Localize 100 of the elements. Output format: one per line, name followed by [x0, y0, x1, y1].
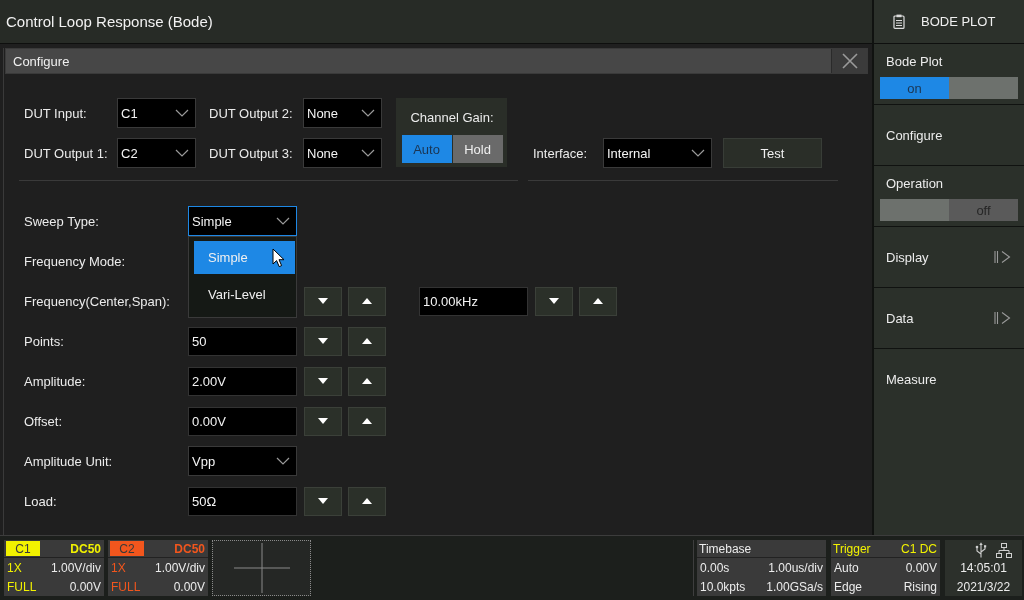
menu-item[interactable]: Configure [874, 105, 1024, 166]
field-label: Frequency(Center,Span): [24, 293, 171, 309]
dropdown-field[interactable]: Vpp [188, 446, 297, 476]
timebase-title: Timebase [699, 541, 752, 556]
coupling-text: DC50 [70, 541, 101, 556]
field-label: Sweep Type: [24, 213, 100, 229]
step-down-button[interactable] [535, 286, 573, 316]
step-down-button[interactable] [304, 486, 342, 516]
channel-tag: C1 [6, 541, 40, 556]
trigger-slope-text: Rising [903, 579, 937, 594]
up-triangle-icon [362, 338, 372, 344]
up-triangle-icon [362, 418, 372, 424]
dropdown-option[interactable]: Vari-Level [194, 278, 295, 311]
step-up-button[interactable] [348, 286, 386, 316]
window-title: Control Loop Response (Bode) [6, 13, 213, 30]
usb-icon [975, 542, 987, 558]
caret-icon [361, 149, 375, 157]
close-button[interactable] [831, 49, 867, 73]
trigger-panel[interactable]: Trigger C1 DC Auto 0.00V Edge Rising [831, 540, 940, 596]
step-up-button[interactable] [579, 286, 617, 316]
caret-icon [175, 149, 189, 157]
scale-text: 1.00V/div [154, 560, 205, 575]
menu-item[interactable]: Measure [874, 349, 1024, 410]
scale-text: 1.00V/div [50, 560, 101, 575]
timebase-panel[interactable]: Timebase 0.00s 1.00us/div 10.0kpts 1.00GSa/s [697, 540, 826, 596]
input-field[interactable]: 50 [188, 326, 297, 356]
down-triangle-icon [318, 418, 328, 424]
trigger-level-text: 0.00V [905, 560, 937, 575]
channel-tag: C2 [110, 541, 144, 556]
coupling-text: DC50 [174, 541, 205, 556]
test-button[interactable]: Test [723, 138, 822, 168]
submenu-icon [994, 311, 1012, 325]
field-label: Load: [24, 493, 58, 509]
dropdown-field[interactable]: C2 [117, 138, 196, 168]
submenu-icon [994, 250, 1012, 264]
down-triangle-icon [318, 338, 328, 344]
up-triangle-icon [362, 378, 372, 384]
step-up-button[interactable] [348, 486, 386, 516]
channel-panel[interactable]: C1 DC50 1X 1.00V/div FULL 0.00V [4, 540, 104, 596]
pointer-cursor-icon [272, 248, 285, 268]
menu-label: Operation [886, 175, 944, 192]
clipboard-icon [893, 14, 905, 29]
trigger-type-text: Edge [834, 579, 863, 594]
delay-text: 0.00s [700, 560, 730, 575]
step-up-button[interactable] [348, 326, 386, 356]
menu-item[interactable]: Data [874, 288, 1024, 349]
field-label: Amplitude: [24, 373, 87, 389]
sample-rate-text: 1.00GSa/s [766, 579, 823, 594]
field-label: Points: [24, 333, 65, 349]
crosshair-icon [233, 543, 290, 593]
channel-panel[interactable]: C2 DC50 1X 1.00V/div FULL 0.00V [108, 540, 208, 596]
network-icon [996, 542, 1012, 558]
dropdown-field[interactable]: Simple [188, 206, 297, 236]
field-label: Amplitude Unit: [24, 453, 114, 469]
bandwidth-text: FULL [7, 579, 37, 594]
step-down-button[interactable] [304, 366, 342, 396]
field-label: DUT Output 3: [209, 145, 293, 161]
clock-time: 14:05:01 [960, 560, 1007, 578]
menu-item[interactable]: Display [874, 227, 1024, 288]
step-up-button[interactable] [348, 406, 386, 436]
dropdown-field[interactable]: C1 [117, 98, 196, 128]
step-down-button[interactable] [304, 326, 342, 356]
input-field[interactable]: 50Ω [188, 486, 297, 516]
field-label: DUT Input: [24, 105, 87, 121]
field-label: DUT Output 1: [24, 145, 108, 161]
menu-label: Bode Plot [886, 53, 943, 70]
caret-icon [175, 109, 189, 117]
empty-channel-slot[interactable] [212, 540, 311, 596]
field-label: Interface: [533, 145, 589, 161]
dropdown-field[interactable]: None [303, 98, 382, 128]
channel-gain-label: Channel Gain: [410, 109, 494, 127]
clock-date: 2021/3/22 [956, 578, 1011, 596]
caret-icon [691, 149, 705, 157]
input-field[interactable]: 10.00kHz [419, 286, 528, 316]
caret-icon [276, 217, 290, 225]
step-down-button[interactable] [304, 286, 342, 316]
input-field[interactable]: 0.00V [188, 406, 297, 436]
trigger-mode-text: Auto [834, 560, 859, 575]
field-label: DUT Output 2: [209, 105, 293, 121]
dropdown-field[interactable]: Internal [603, 138, 712, 168]
trigger-source-text: C1 DC [901, 541, 937, 556]
caret-icon [361, 109, 375, 117]
menu-title: BODE PLOT [921, 14, 996, 29]
input-field[interactable]: 2.00V [188, 366, 297, 396]
timescale-text: 1.00us/div [768, 560, 823, 575]
probe-text: 1X [7, 560, 22, 575]
up-triangle-icon [362, 498, 372, 504]
field-label: Frequency Mode: [24, 253, 127, 269]
trigger-title: Trigger [833, 541, 871, 556]
dropdown-field[interactable]: None [303, 138, 382, 168]
step-up-button[interactable] [348, 366, 386, 396]
offset-text: 0.00V [173, 579, 205, 594]
memory-depth-text: 10.0kpts [700, 579, 746, 594]
bandwidth-text: FULL [111, 579, 141, 594]
dialog-title: Configure [13, 53, 70, 69]
down-triangle-icon [318, 378, 328, 384]
caret-icon [276, 457, 290, 465]
step-down-button[interactable] [304, 406, 342, 436]
gain-option-button[interactable]: Hold [452, 135, 503, 163]
up-triangle-icon [593, 298, 603, 304]
